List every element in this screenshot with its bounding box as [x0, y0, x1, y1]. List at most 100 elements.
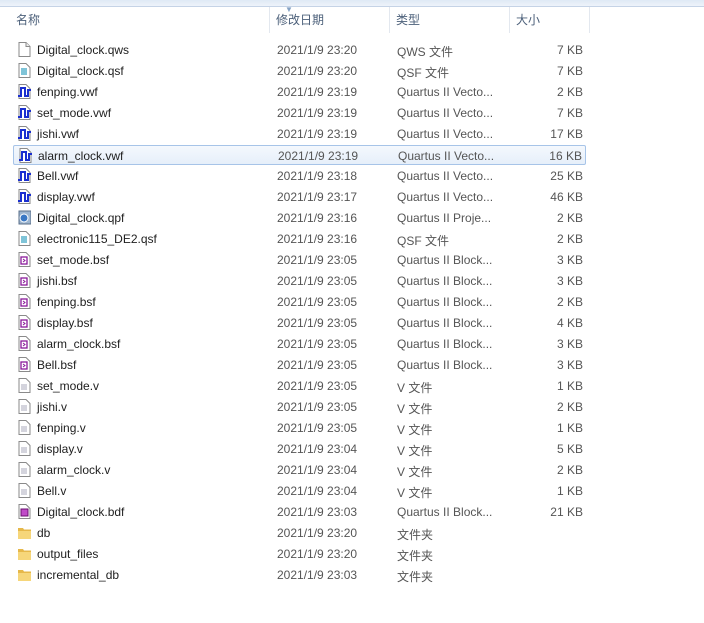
file-date: 2021/1/9 23:17: [277, 190, 358, 204]
file-type: QSF 文件: [397, 234, 450, 248]
file-row[interactable]: Bell.vwf 2021/1/9 23:18 Quartus II Vecto…: [13, 166, 586, 186]
file-name: Digital_clock.qsf: [37, 64, 124, 78]
file-type: Quartus II Vecto...: [397, 169, 494, 183]
sort-arrow-icon: ▼: [285, 5, 293, 14]
file-name: alarm_clock.v: [37, 463, 111, 477]
file-name: jishi.v: [37, 400, 68, 414]
file-type: QSF 文件: [397, 66, 450, 80]
vwf-file-icon: [18, 84, 31, 99]
file-name: Digital_clock.bdf: [37, 505, 125, 519]
file-date: 2021/1/9 23:19: [278, 149, 359, 163]
bsf-file-icon: [18, 273, 31, 288]
file-date: 2021/1/9 23:19: [277, 106, 358, 120]
file-name: Digital_clock.qpf: [37, 211, 125, 225]
file-name: display.vwf: [37, 190, 95, 204]
file-name: db: [37, 526, 51, 540]
vwf-file-icon: [19, 148, 32, 163]
folder-file-icon: [18, 567, 31, 582]
file-date: 2021/1/9 23:03: [277, 505, 358, 519]
file-size: 3 KB: [556, 274, 583, 288]
file-type: Quartus II Vecto...: [397, 127, 494, 141]
file-name: Bell.bsf: [37, 358, 77, 372]
file-row[interactable]: output_files 2021/1/9 23:20 文件夹: [13, 544, 586, 564]
file-row[interactable]: alarm_clock.bsf 2021/1/9 23:05 Quartus I…: [13, 334, 586, 354]
file-row[interactable]: set_mode.bsf 2021/1/9 23:05 Quartus II B…: [13, 250, 586, 270]
file-name: Bell.vwf: [37, 169, 79, 183]
file-type: Quartus II Vecto...: [397, 190, 494, 204]
file-row[interactable]: set_mode.v 2021/1/9 23:05 V 文件 1 KB: [13, 376, 586, 396]
bsf-file-icon: [18, 357, 31, 372]
file-type: 文件夹: [397, 549, 434, 563]
file-size: 46 KB: [550, 190, 583, 204]
v-file-icon: [18, 483, 31, 498]
file-date: 2021/1/9 23:19: [277, 85, 358, 99]
file-row[interactable]: Bell.bsf 2021/1/9 23:05 Quartus II Block…: [13, 355, 586, 375]
file-date: 2021/1/9 23:05: [277, 358, 358, 372]
file-name: fenping.v: [37, 421, 86, 435]
file-row[interactable]: fenping.v 2021/1/9 23:05 V 文件 1 KB: [13, 418, 586, 438]
file-name: incremental_db: [37, 568, 120, 582]
file-size: 2 KB: [556, 211, 583, 225]
column-name[interactable]: 名称: [10, 7, 270, 33]
file-name: alarm_clock.vwf: [38, 149, 124, 163]
file-type: Quartus II Vecto...: [397, 106, 494, 120]
file-row[interactable]: Digital_clock.qsf 2021/1/9 23:20 QSF 文件 …: [13, 61, 586, 81]
file-row[interactable]: display.vwf 2021/1/9 23:17 Quartus II Ve…: [13, 187, 586, 207]
file-date: 2021/1/9 23:20: [277, 526, 358, 540]
file-row[interactable]: fenping.bsf 2021/1/9 23:05 Quartus II Bl…: [13, 292, 586, 312]
file-row[interactable]: db 2021/1/9 23:20 文件夹: [13, 523, 586, 543]
vwf-file-icon: [18, 168, 31, 183]
file-type: Quartus II Block...: [397, 274, 493, 288]
file-size: 7 KB: [556, 106, 583, 120]
file-type: Quartus II Vecto...: [397, 85, 494, 99]
file-date: 2021/1/9 23:20: [277, 64, 358, 78]
file-row[interactable]: Digital_clock.qws 2021/1/9 23:20 QWS 文件 …: [13, 40, 586, 60]
file-type: V 文件: [397, 381, 433, 395]
file-type: 文件夹: [397, 528, 434, 542]
qsf-file-icon: [18, 231, 31, 246]
bsf-file-icon: [18, 294, 31, 309]
file-size: 3 KB: [556, 253, 583, 267]
file-size: 2 KB: [556, 85, 583, 99]
file-row[interactable]: Digital_clock.bdf 2021/1/9 23:03 Quartus…: [13, 502, 586, 522]
vwf-file-icon: [18, 105, 31, 120]
file-date: 2021/1/9 23:19: [277, 127, 358, 141]
file-size: 16 KB: [549, 149, 582, 163]
file-type: Quartus II Block...: [397, 316, 493, 330]
file-name: set_mode.v: [37, 379, 100, 393]
file-row[interactable]: fenping.vwf 2021/1/9 23:19 Quartus II Ve…: [13, 82, 586, 102]
file-date: 2021/1/9 23:05: [277, 337, 358, 351]
column-size[interactable]: 大小: [510, 7, 590, 33]
file-row[interactable]: Bell.v 2021/1/9 23:04 V 文件 1 KB: [13, 481, 586, 501]
file-row[interactable]: set_mode.vwf 2021/1/9 23:19 Quartus II V…: [13, 103, 586, 123]
file-row[interactable]: display.bsf 2021/1/9 23:05 Quartus II Bl…: [13, 313, 586, 333]
file-name: fenping.bsf: [37, 295, 96, 309]
v-file-icon: [18, 420, 31, 435]
file-type: V 文件: [397, 402, 433, 416]
file-date: 2021/1/9 23:04: [277, 442, 358, 456]
folder-file-icon: [18, 546, 31, 561]
file-row[interactable]: incremental_db 2021/1/9 23:03 文件夹: [13, 565, 586, 585]
folder-file-icon: [18, 525, 31, 540]
file-row[interactable]: electronic115_DE2.qsf 2021/1/9 23:16 QSF…: [13, 229, 586, 249]
file-name: Bell.v: [37, 484, 67, 498]
file-row[interactable]: jishi.vwf 2021/1/9 23:19 Quartus II Vect…: [13, 124, 586, 144]
file-row[interactable]: jishi.v 2021/1/9 23:05 V 文件 2 KB: [13, 397, 586, 417]
file-size: 2 KB: [556, 463, 583, 477]
file-row[interactable]: display.v 2021/1/9 23:04 V 文件 5 KB: [13, 439, 586, 459]
file-type: V 文件: [397, 486, 433, 500]
file-name: display.v: [37, 442, 83, 456]
file-row[interactable]: jishi.bsf 2021/1/9 23:05 Quartus II Bloc…: [13, 271, 586, 291]
file-type: Quartus II Block...: [397, 358, 493, 372]
file-row[interactable]: Digital_clock.qpf 2021/1/9 23:16 Quartus…: [13, 208, 586, 228]
v-file-icon: [18, 462, 31, 477]
file-row[interactable]: alarm_clock.vwf 2021/1/9 23:19 Quartus I…: [13, 145, 586, 165]
file-type: V 文件: [397, 444, 433, 458]
file-date: 2021/1/9 23:04: [277, 463, 358, 477]
file-size: 17 KB: [550, 127, 583, 141]
file-row[interactable]: alarm_clock.v 2021/1/9 23:04 V 文件 2 KB: [13, 460, 586, 480]
file-file-icon: [18, 42, 31, 57]
v-file-icon: [18, 441, 31, 456]
column-type[interactable]: 类型: [390, 7, 510, 33]
file-date: 2021/1/9 23:18: [277, 169, 358, 183]
